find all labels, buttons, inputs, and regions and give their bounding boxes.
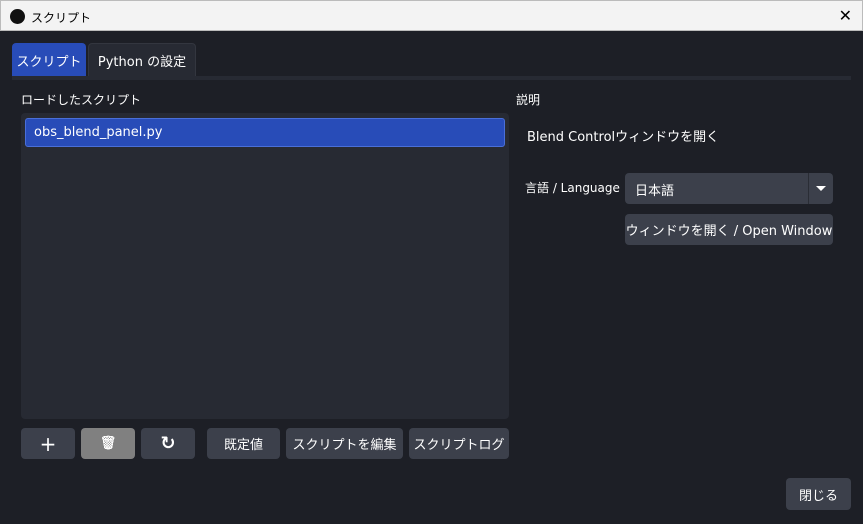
language-value: 日本語 <box>635 184 675 199</box>
defaults-button[interactable]: 既定値 <box>207 428 280 459</box>
scripts-list[interactable] <box>21 113 509 419</box>
edit-script-button[interactable]: スクリプトを編集 <box>286 428 403 459</box>
tab-scripts[interactable]: スクリプト <box>12 43 86 77</box>
remove-script-button[interactable]: 🗑 <box>81 428 135 459</box>
tab-divider <box>12 76 851 80</box>
trash-icon: 🗑 <box>99 436 117 451</box>
loaded-scripts-label: ロードしたスクリプト <box>21 93 142 107</box>
title-bar: スクリプト ✕ <box>0 0 863 31</box>
close-button[interactable]: 閉じる <box>786 478 851 510</box>
language-select[interactable]: 日本語 <box>625 173 833 204</box>
reload-script-button[interactable]: ↻ <box>141 428 195 459</box>
obs-logo-icon <box>10 9 25 24</box>
window-title: スクリプト <box>31 11 92 25</box>
add-script-button[interactable]: + <box>21 428 75 459</box>
close-window-button[interactable]: ✕ <box>839 6 852 25</box>
open-window-button[interactable]: ウィンドウを開く / Open Window <box>625 214 833 245</box>
description-text: Blend Controlウィンドウを開く <box>527 130 720 145</box>
description-label: 説明 <box>516 93 541 107</box>
combo-divider <box>808 173 809 204</box>
script-item[interactable]: obs_blend_panel.py <box>25 118 505 147</box>
tab-python-settings[interactable]: Python の設定 <box>88 43 196 77</box>
refresh-icon: ↻ <box>160 433 176 454</box>
chevron-down-icon <box>816 186 826 191</box>
script-log-button[interactable]: スクリプトログ <box>409 428 509 459</box>
language-label: 言語 / Language <box>525 181 620 195</box>
